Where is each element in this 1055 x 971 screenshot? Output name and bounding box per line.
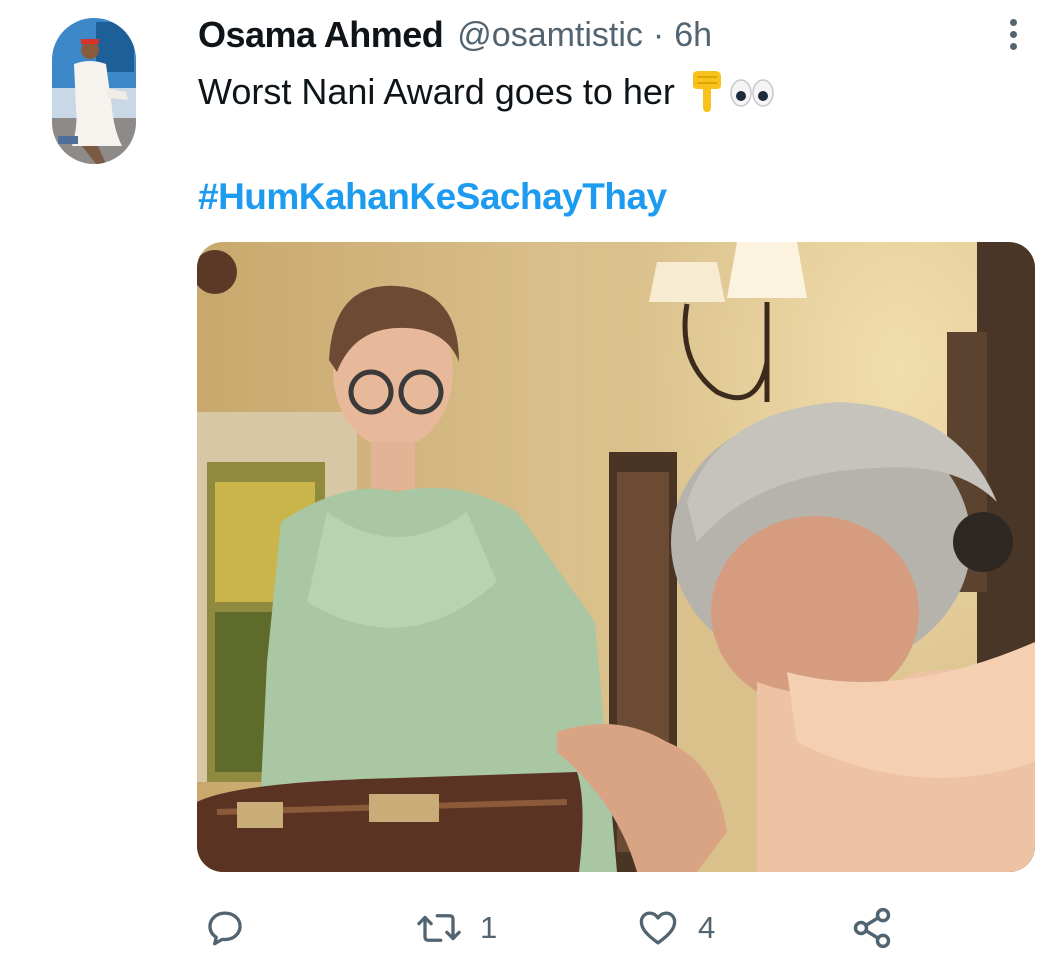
tweet-action-bar: 1 4 (198, 900, 1036, 956)
like-count: 4 (698, 910, 716, 945)
tweet-body: Worst Nani Award goes to her (198, 71, 675, 112)
tweet-text: Worst Nani Award goes to her (198, 67, 775, 117)
tweet-header: Osama Ahmed @osamtistic · 6h (198, 14, 712, 56)
tweet-media-image[interactable] (197, 242, 1035, 872)
retweet-count: 1 (480, 910, 498, 945)
hashtag-link[interactable]: #HumKahanKeSachayThay (198, 176, 667, 218)
more-options-icon[interactable] (996, 14, 1030, 54)
tweet-timestamp[interactable]: 6h (674, 16, 712, 55)
reply-button[interactable] (204, 900, 264, 956)
share-icon (853, 907, 891, 949)
pointing-down-and-eyes-icon (692, 71, 774, 112)
header-separator: · (652, 15, 665, 54)
author-handle[interactable]: @osamtistic (457, 16, 643, 55)
avatar-photo (52, 18, 136, 164)
like-button[interactable]: 4 (636, 900, 715, 956)
retweet-button[interactable]: 1 (416, 900, 497, 956)
reply-icon (208, 911, 242, 946)
drama-scene-photo (197, 242, 1035, 872)
share-button[interactable] (850, 900, 894, 956)
heart-icon (639, 911, 677, 945)
author-name[interactable]: Osama Ahmed (198, 14, 444, 56)
tweet-emojis (689, 67, 775, 117)
author-avatar[interactable] (52, 18, 136, 164)
retweet-icon (417, 914, 461, 942)
